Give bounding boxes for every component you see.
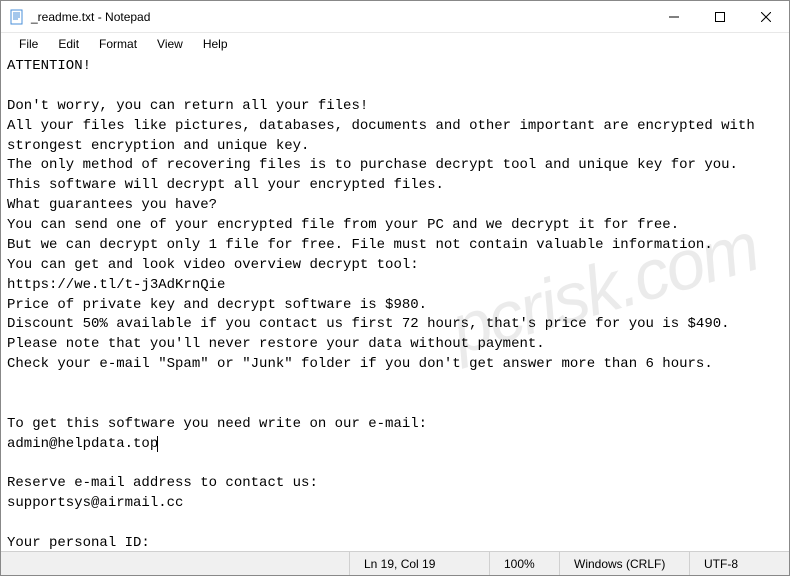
menubar: File Edit Format View Help bbox=[1, 33, 789, 55]
status-zoom: 100% bbox=[489, 552, 559, 575]
maximize-button[interactable] bbox=[697, 1, 743, 32]
status-cursor-position: Ln 19, Col 19 bbox=[349, 552, 489, 575]
window: _readme.txt - Notepad File Edit Format V… bbox=[0, 0, 790, 576]
menu-format[interactable]: Format bbox=[89, 35, 147, 53]
window-title: _readme.txt - Notepad bbox=[31, 10, 651, 24]
statusbar: Ln 19, Col 19 100% Windows (CRLF) UTF-8 bbox=[1, 551, 789, 575]
menu-edit[interactable]: Edit bbox=[48, 35, 89, 53]
minimize-button[interactable] bbox=[651, 1, 697, 32]
menu-file[interactable]: File bbox=[9, 35, 48, 53]
status-line-ending: Windows (CRLF) bbox=[559, 552, 689, 575]
titlebar[interactable]: _readme.txt - Notepad bbox=[1, 1, 789, 33]
menu-help[interactable]: Help bbox=[193, 35, 238, 53]
text-caret bbox=[157, 436, 158, 452]
close-button[interactable] bbox=[743, 1, 789, 32]
window-controls bbox=[651, 1, 789, 32]
notepad-icon bbox=[9, 9, 25, 25]
text-editor-area[interactable]: ATTENTION! Don't worry, you can return a… bbox=[1, 55, 789, 551]
menu-view[interactable]: View bbox=[147, 35, 193, 53]
status-encoding: UTF-8 bbox=[689, 552, 789, 575]
